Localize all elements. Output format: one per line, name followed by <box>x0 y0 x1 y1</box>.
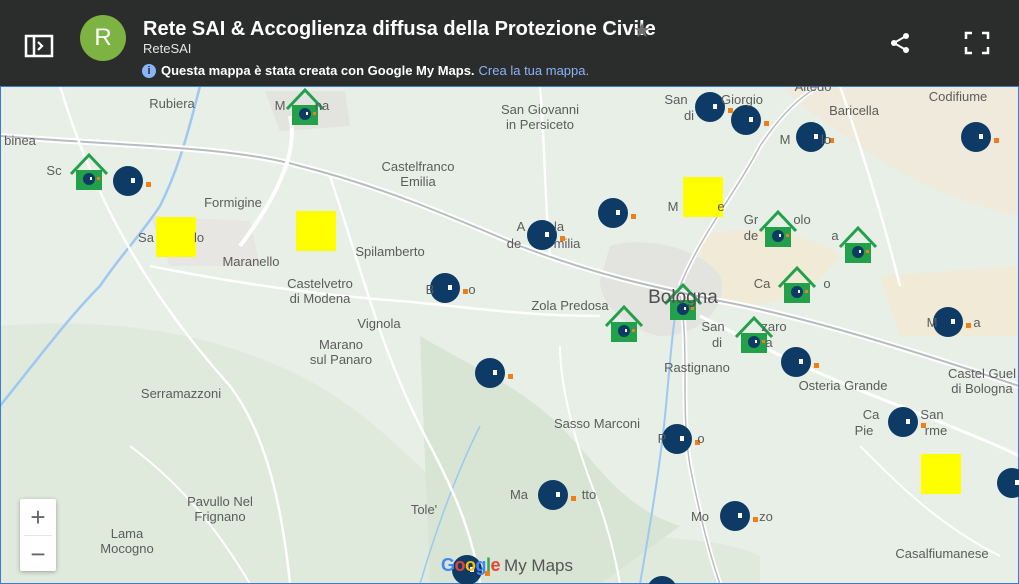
place-label: Castelfranco Emilia <box>381 159 455 189</box>
place-label: Ma <box>509 487 529 502</box>
place-label: la <box>553 219 565 234</box>
place-label: Maranello <box>222 254 280 269</box>
place-label: rme <box>924 423 948 438</box>
place-label: a <box>831 228 839 243</box>
google-my-maps-logo: Google My Maps <box>441 555 573 576</box>
logo-my-maps: My Maps <box>504 555 574 575</box>
map-canvas[interactable]: Rubiera San Giovanni in Persiceto Baricella… <box>0 86 1019 584</box>
place-label: o <box>468 282 476 297</box>
blue-pin-marker[interactable] <box>997 468 1019 498</box>
place-label: Vignola <box>357 316 401 331</box>
blue-pin-marker[interactable] <box>662 424 700 454</box>
toggle-panel-icon[interactable] <box>22 31 56 61</box>
place-label: lo <box>193 230 205 245</box>
place-label: Rubiera <box>149 96 195 111</box>
place-label: San <box>664 92 688 107</box>
place-label: lo <box>820 132 832 147</box>
blue-pin-marker[interactable] <box>720 501 758 531</box>
place-label: Baricella <box>829 103 879 118</box>
place-label: M <box>779 132 791 147</box>
info-icon: i <box>142 63 156 78</box>
place-label: Altedo <box>794 86 832 94</box>
place-label: Bologna <box>648 287 718 308</box>
place-label: Casalfiumanese <box>895 546 989 561</box>
place-label: Tole' <box>410 502 438 517</box>
yellow-square-marker[interactable] <box>156 217 196 257</box>
map-author[interactable]: ReteSAI <box>143 41 191 56</box>
place-label: Ca <box>862 407 880 422</box>
place-label: de <box>506 236 522 251</box>
yellow-square-marker[interactable] <box>296 211 336 251</box>
place-label: Ca <box>753 276 771 291</box>
place-label: M <box>274 98 286 113</box>
place-label: Rastignano <box>664 360 730 375</box>
place-label: P <box>657 431 667 446</box>
place-label: San <box>701 319 725 334</box>
place-label: Codifiume <box>928 89 988 104</box>
blue-pin-marker[interactable] <box>475 358 513 388</box>
place-label: de <box>743 228 759 243</box>
place-label: di <box>683 108 695 123</box>
place-label: e <box>717 199 725 214</box>
place-label: Formigine <box>204 195 262 210</box>
place-label: Castel Guel di Bologna <box>948 366 1016 396</box>
house-marker-icon[interactable] <box>838 225 878 263</box>
house-marker-icon[interactable] <box>69 152 109 190</box>
blue-pin-marker[interactable] <box>598 198 636 228</box>
house-marker-icon[interactable] <box>758 209 798 247</box>
place-label: milia <box>553 236 581 251</box>
map-title: Rete SAI & Accoglienza diffusa della Pro… <box>143 18 656 40</box>
place-label: na <box>314 98 330 113</box>
place-label: Spilamberto <box>355 244 425 259</box>
place-label: M <box>667 199 679 214</box>
place-label: o <box>697 431 705 446</box>
blue-pin-marker[interactable] <box>731 105 769 135</box>
place-label: zo <box>759 509 773 524</box>
place-label: Sasso Marconi <box>554 416 640 431</box>
place-label: Lama Mocogno <box>100 526 154 556</box>
place-label: Pie <box>854 423 874 438</box>
place-label: Pavullo Nel Frignano <box>187 494 253 524</box>
place-label: a <box>973 315 981 330</box>
blue-pin-marker[interactable] <box>781 347 819 377</box>
map-base-layer <box>0 86 1019 584</box>
place-label: Sa <box>138 230 154 245</box>
zoom-out-button[interactable]: − <box>20 536 56 572</box>
blue-pin-marker[interactable] <box>113 166 151 196</box>
place-label: tto <box>581 487 597 502</box>
fullscreen-icon[interactable] <box>964 31 990 55</box>
place-label: di <box>711 335 723 350</box>
place-label: Gr <box>743 212 759 227</box>
place-label: San <box>920 407 944 422</box>
place-label: Castelvetro di Modena <box>287 276 353 306</box>
place-label: M <box>926 315 938 330</box>
place-label: Giorgio <box>721 92 763 107</box>
zoom-control: + − <box>20 499 56 571</box>
place-label: A <box>516 219 526 234</box>
zoom-in-button[interactable]: + <box>20 499 56 535</box>
place-label: Serramazzoni <box>140 386 222 401</box>
place-label: zaro <box>761 319 787 334</box>
place-label: Sc <box>46 163 62 178</box>
create-map-link[interactable]: Crea la tua mappa. <box>479 63 590 78</box>
place-label: Zola Predosa <box>531 298 609 313</box>
logo-google-word: Google <box>441 555 501 575</box>
place-label: o <box>823 276 831 291</box>
place-label: B <box>425 282 435 297</box>
notice-text: Questa mappa è stata creata con Google M… <box>161 63 475 78</box>
share-icon[interactable] <box>888 31 912 55</box>
map-notice: i Questa mappa è stata creata con Google… <box>142 63 589 78</box>
star-icon[interactable]: ★ <box>633 18 651 43</box>
yellow-square-marker[interactable] <box>921 454 961 494</box>
place-label: Osteria Grande <box>798 378 888 393</box>
avatar: R <box>80 15 126 61</box>
place-label: binea <box>4 133 36 148</box>
blue-pin-marker[interactable] <box>430 273 468 303</box>
place-label: San Giovanni in Persiceto <box>500 102 580 132</box>
map-header: R Rete SAI & Accoglienza diffusa della P… <box>0 0 1019 86</box>
place-label: Mo <box>690 509 710 524</box>
place-label: a <box>765 335 773 350</box>
place-label: Marano sul Panaro <box>309 337 373 367</box>
place-label: olo <box>793 212 811 227</box>
